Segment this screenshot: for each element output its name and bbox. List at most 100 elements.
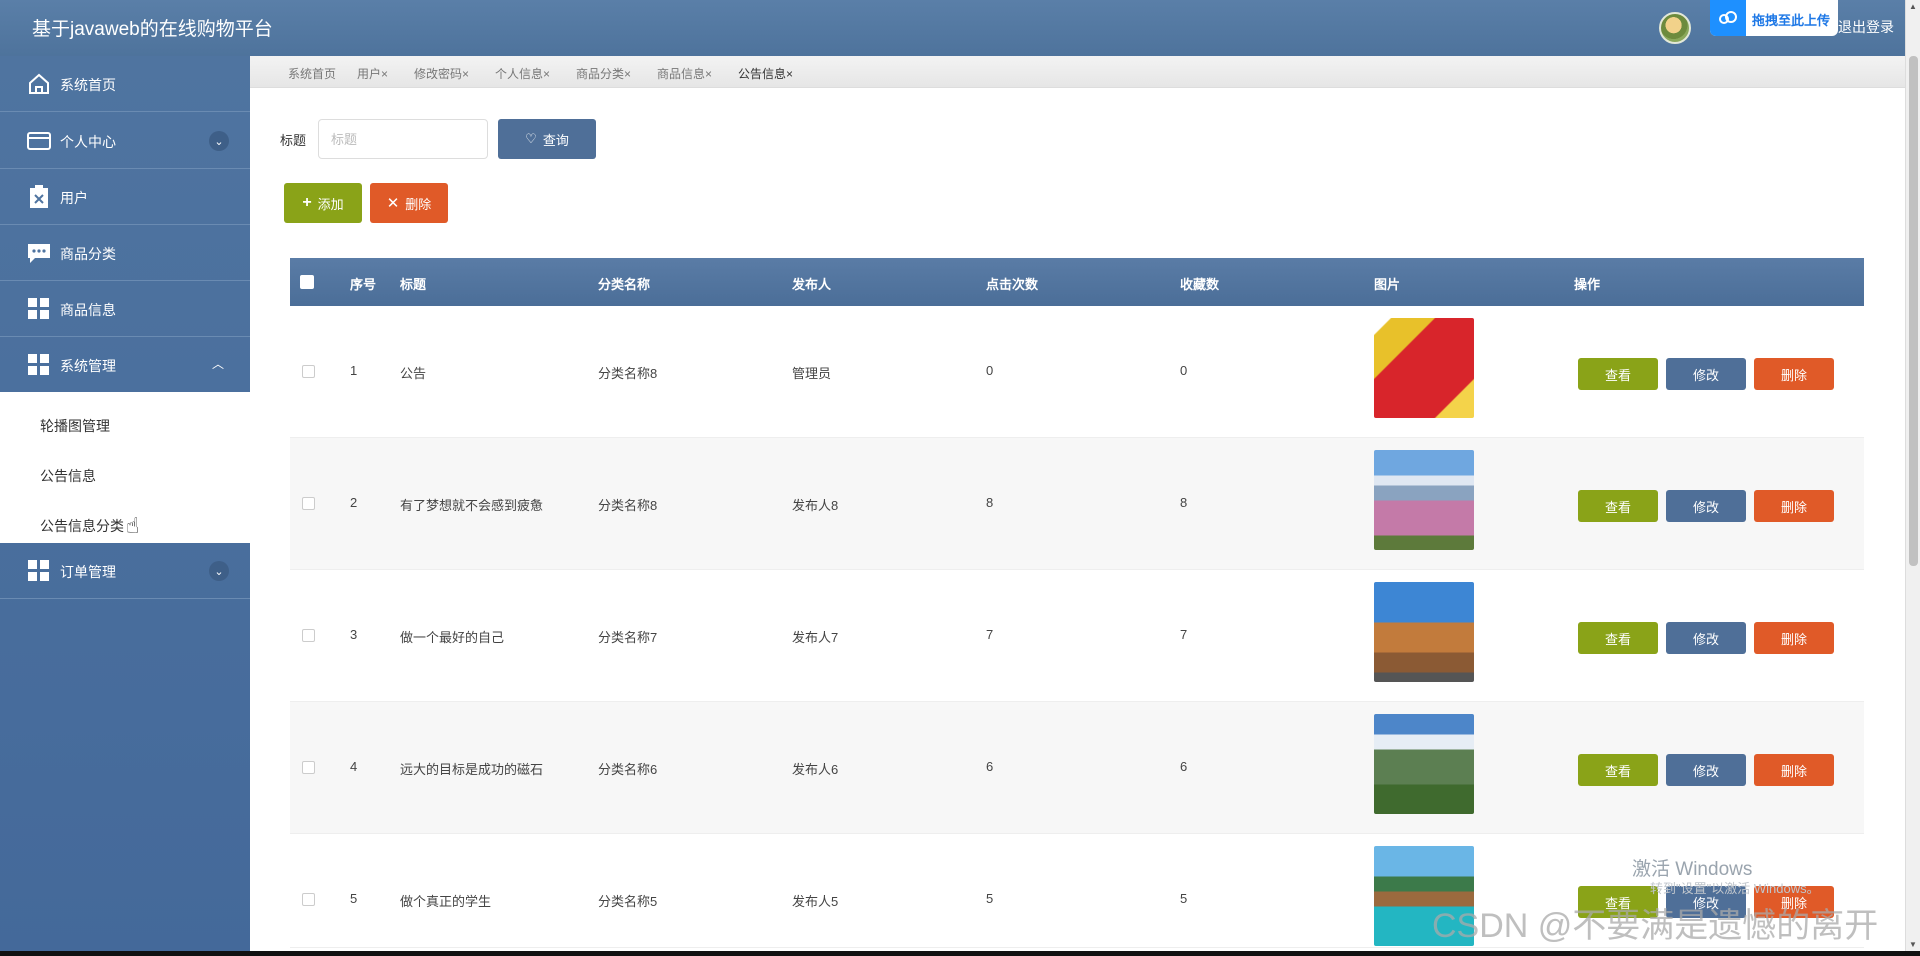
tab-product-category[interactable]: 商品分类×: [576, 65, 631, 82]
tab-change-password[interactable]: 修改密码×: [414, 65, 469, 82]
scroll-up-icon[interactable]: ▲: [1909, 2, 1917, 11]
user-avatar[interactable]: [1659, 12, 1691, 44]
delete-button[interactable]: ✕ 删除: [370, 183, 448, 223]
sidebar-item-system-management[interactable]: 系统管理 ︿: [0, 337, 250, 393]
close-icon[interactable]: ×: [705, 67, 712, 81]
chevron-down-icon[interactable]: ⌄: [209, 131, 229, 151]
cell-title: 做个真正的学生: [400, 894, 492, 909]
cell-clicks: 0: [986, 363, 994, 378]
search-title-input[interactable]: [318, 119, 488, 159]
view-button[interactable]: 查看: [1578, 358, 1658, 390]
cell-category: 分类名称8: [598, 498, 658, 513]
cell-title: 远大的目标是成功的磁石: [400, 762, 544, 777]
sidebar-item-users[interactable]: 用户: [0, 169, 250, 225]
query-button[interactable]: ♡ 查询: [498, 119, 596, 159]
close-icon[interactable]: ×: [381, 67, 388, 81]
add-button[interactable]: + 添加: [284, 183, 362, 223]
logout-link[interactable]: 退出登录: [1838, 17, 1894, 37]
page-scrollbar[interactable]: ▲ ▼: [1905, 0, 1920, 956]
table-row: 2 有了梦想就不会感到疲惫 分类名称8 发布人8 8 8 查看 修改 删除: [290, 438, 1864, 570]
hand-cursor-icon: ☝: [126, 513, 140, 538]
tab-product-info[interactable]: 商品信息×: [657, 65, 712, 82]
row-checkbox[interactable]: [302, 893, 315, 906]
close-icon[interactable]: ×: [462, 67, 469, 81]
table-row: 1 公告 分类名称8 管理员 0 0 查看 修改 删除: [290, 306, 1864, 438]
sidebar-item-home[interactable]: 系统首页: [0, 56, 250, 112]
chevron-down-icon[interactable]: ⌄: [209, 561, 229, 581]
sidebar-item-label: 系统首页: [60, 77, 116, 93]
edit-button[interactable]: 修改: [1666, 358, 1746, 390]
submenu-item-carousel[interactable]: 轮播图管理: [40, 416, 110, 436]
cell-favorites: 7: [1180, 627, 1188, 642]
upload-label[interactable]: 拖拽至此上传: [1752, 10, 1830, 29]
cell-no: 1: [350, 363, 358, 378]
sidebar-item-label: 系统管理: [60, 358, 116, 374]
select-all-checkbox[interactable]: [300, 275, 314, 289]
row-thumbnail[interactable]: [1374, 450, 1474, 550]
edit-button[interactable]: 修改: [1666, 754, 1746, 786]
cell-clicks: 7: [986, 627, 994, 642]
cell-title: 有了梦想就不会感到疲惫: [400, 498, 544, 513]
submenu-item-notice[interactable]: 公告信息: [40, 466, 96, 486]
cell-publisher: 发布人8: [792, 498, 839, 513]
cloud-upload-icon[interactable]: [1710, 0, 1746, 36]
cell-title: 公告: [400, 366, 427, 381]
cell-category: 分类名称7: [598, 630, 658, 645]
cell-favorites: 0: [1180, 363, 1188, 378]
delete-row-button[interactable]: 删除: [1754, 490, 1834, 522]
cell-favorites: 6: [1180, 759, 1188, 774]
grid-icon: [26, 297, 52, 321]
view-button[interactable]: 查看: [1578, 622, 1658, 654]
sidebar-item-product-info[interactable]: 商品信息: [0, 281, 250, 337]
tab-users[interactable]: 用户×: [357, 65, 388, 82]
sidebar-item-product-category[interactable]: 商品分类: [0, 225, 250, 281]
edit-button[interactable]: 修改: [1666, 622, 1746, 654]
row-checkbox[interactable]: [302, 761, 315, 774]
cell-no: 3: [350, 627, 358, 642]
sidebar-item-personal-center[interactable]: 个人中心 ⌄: [0, 113, 250, 169]
cell-publisher: 发布人7: [792, 630, 839, 645]
tab-personal-info[interactable]: 个人信息×: [495, 65, 550, 82]
close-icon[interactable]: ×: [786, 67, 793, 81]
edit-button[interactable]: 修改: [1666, 490, 1746, 522]
row-checkbox[interactable]: [302, 629, 315, 642]
tab-notice-info[interactable]: 公告信息×: [738, 65, 793, 82]
row-thumbnail[interactable]: [1374, 318, 1474, 418]
cell-category: 分类名称5: [598, 894, 658, 909]
sidebar-item-order-management[interactable]: 订单管理 ⌄: [0, 543, 250, 599]
row-checkbox[interactable]: [302, 365, 315, 378]
chevron-up-icon[interactable]: ︿: [212, 355, 224, 372]
column-header: 发布人: [792, 277, 832, 292]
table-row: 4 远大的目标是成功的磁石 分类名称6 发布人6 6 6 查看 修改 删除: [290, 702, 1864, 834]
table-row: 3 做一个最好的自己 分类名称7 发布人7 7 7 查看 修改 删除: [290, 570, 1864, 702]
column-header: 图片: [1374, 277, 1401, 292]
sidebar: 系统首页 个人中心 ⌄ 用户 商品分类 商品信息 系统管理 ︿ 轮播图管理 公告…: [0, 56, 250, 956]
cell-favorites: 8: [1180, 495, 1188, 510]
plus-icon: +: [302, 194, 312, 211]
row-thumbnail[interactable]: [1374, 714, 1474, 814]
cell-title: 做一个最好的自己: [400, 630, 505, 645]
delete-row-button[interactable]: 删除: [1754, 754, 1834, 786]
scroll-down-icon[interactable]: ▼: [1909, 940, 1917, 949]
bottom-edge: [0, 951, 1920, 956]
grid-icon: [26, 559, 52, 583]
grid-icon: [26, 353, 52, 377]
view-button[interactable]: 查看: [1578, 754, 1658, 786]
row-checkbox[interactable]: [302, 497, 315, 510]
app-title: 基于javaweb的在线购物平台: [32, 19, 273, 40]
column-header: 点击次数: [986, 277, 1039, 292]
row-thumbnail[interactable]: [1374, 582, 1474, 682]
delete-row-button[interactable]: 删除: [1754, 358, 1834, 390]
search-title-label: 标题: [280, 133, 307, 148]
heart-icon: ♡: [525, 131, 537, 146]
column-header: 收藏数: [1180, 277, 1220, 292]
close-icon[interactable]: ×: [543, 67, 550, 81]
view-button[interactable]: 查看: [1578, 490, 1658, 522]
tab-home[interactable]: 系统首页: [288, 65, 336, 82]
close-icon[interactable]: ×: [624, 67, 631, 81]
column-header: 序号: [350, 277, 377, 292]
top-header: 基于javaweb的在线购物平台 拖拽至此上传 退出登录: [0, 0, 1905, 56]
scroll-thumb[interactable]: [1909, 56, 1918, 566]
delete-row-button[interactable]: 删除: [1754, 622, 1834, 654]
submenu-item-notice-category[interactable]: 公告信息分类: [40, 516, 124, 536]
